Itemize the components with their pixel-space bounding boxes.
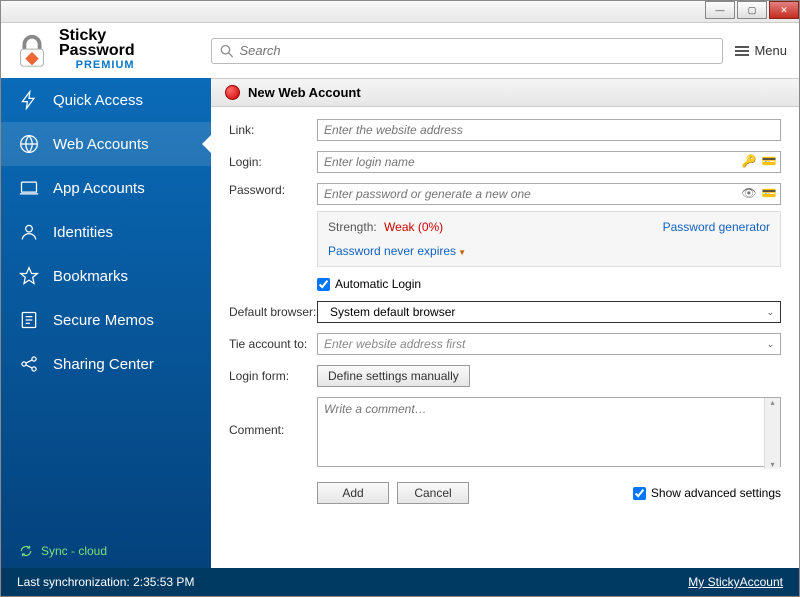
default-browser-select[interactable]: System default browser ⌄ <box>317 301 781 323</box>
link-input[interactable] <box>317 119 781 141</box>
sidebar-item-label: Quick Access <box>53 92 143 109</box>
password-generator-link[interactable]: Password generator <box>663 220 770 234</box>
menu-button[interactable]: Menu <box>735 43 787 58</box>
auto-login-checkbox[interactable] <box>317 278 330 291</box>
sidebar-item-secure-memos[interactable]: Secure Memos <box>1 298 211 342</box>
status-bar: Last synchronization: 2:35:53 PM My Stic… <box>1 568 799 596</box>
password-label: Password: <box>229 183 317 197</box>
maximize-button[interactable]: ▢ <box>737 1 767 19</box>
search-input[interactable] <box>239 43 714 58</box>
key-icon[interactable]: 🔑 <box>741 153 757 169</box>
add-button[interactable]: Add <box>317 482 389 504</box>
sidebar-item-label: Bookmarks <box>53 268 128 285</box>
search-icon <box>220 44 233 58</box>
sidebar-item-label: Secure Memos <box>53 312 154 329</box>
login-label: Login: <box>229 155 317 169</box>
sidebar-item-quick-access[interactable]: Quick Access <box>1 78 211 122</box>
logo-line3: PREMIUM <box>59 58 135 73</box>
app-window: — ▢ ✕ Sticky Password PREMIUM Menu <box>0 0 800 597</box>
link-label: Link: <box>229 123 317 137</box>
star-icon <box>19 266 39 286</box>
my-account-link[interactable]: My StickyAccount <box>688 575 783 589</box>
password-expire-dropdown[interactable]: Password never expires▼ <box>328 244 770 258</box>
memo-icon <box>19 310 39 330</box>
top-bar: Sticky Password PREMIUM Menu <box>1 23 799 78</box>
sidebar-item-app-accounts[interactable]: App Accounts <box>1 166 211 210</box>
login-input[interactable] <box>317 151 781 173</box>
sidebar: Quick Access Web Accounts App Accounts I… <box>1 78 211 568</box>
scrollbar[interactable]: ▴▾ <box>764 398 780 469</box>
define-settings-button[interactable]: Define settings manually <box>317 365 470 387</box>
panel-header: New Web Account <box>211 78 799 107</box>
account-form: Link: Login: 🔑 💳 Password: <box>211 107 799 568</box>
default-browser-label: Default browser: <box>229 305 317 319</box>
comment-textarea[interactable] <box>317 397 781 467</box>
logo-line2: Password <box>59 43 135 58</box>
sidebar-item-label: Web Accounts <box>53 136 149 153</box>
eye-icon[interactable]: 👁 <box>741 185 757 201</box>
sync-icon <box>19 544 33 558</box>
card-icon[interactable]: 💳 <box>761 185 777 201</box>
app-logo: Sticky Password PREMIUM <box>13 28 211 73</box>
person-icon <box>19 222 39 242</box>
logo-line1: Sticky <box>59 28 135 43</box>
card-icon[interactable]: 💳 <box>761 153 777 169</box>
strength-value: Weak (0%) <box>384 220 443 234</box>
close-button[interactable]: ✕ <box>769 1 799 19</box>
menu-label: Menu <box>754 43 787 58</box>
auto-login-label: Automatic Login <box>335 277 421 291</box>
tie-account-select[interactable]: Enter website address first ⌄ <box>317 333 781 355</box>
lock-icon <box>13 32 51 70</box>
sidebar-item-web-accounts[interactable]: Web Accounts <box>1 122 211 166</box>
sidebar-item-identities[interactable]: Identities <box>1 210 211 254</box>
sidebar-item-bookmarks[interactable]: Bookmarks <box>1 254 211 298</box>
chevron-down-icon: ⌄ <box>766 307 774 318</box>
main-panel: New Web Account Link: Login: 🔑 💳 <box>211 78 799 568</box>
globe-icon <box>19 134 39 154</box>
last-sync-label: Last synchronization: 2:35:53 PM <box>17 575 194 589</box>
sync-label: Sync - cloud <box>41 544 107 558</box>
window-titlebar: — ▢ ✕ <box>1 1 799 23</box>
strength-box: Strength: Weak (0%) Password generator P… <box>317 211 781 267</box>
chevron-down-icon: ⌄ <box>766 339 774 350</box>
tie-account-label: Tie account to: <box>229 337 317 351</box>
bolt-icon <box>19 90 39 110</box>
login-form-label: Login form: <box>229 369 317 383</box>
sidebar-item-label: App Accounts <box>53 180 145 197</box>
sidebar-item-label: Sharing Center <box>53 356 154 373</box>
hamburger-icon <box>735 46 749 56</box>
opera-icon <box>225 85 240 100</box>
minimize-button[interactable]: — <box>705 1 735 19</box>
chevron-down-icon: ▼ <box>458 248 466 257</box>
strength-label: Strength: <box>328 220 377 234</box>
show-advanced-label: Show advanced settings <box>651 486 781 500</box>
search-box[interactable] <box>211 38 723 64</box>
show-advanced-checkbox[interactable] <box>633 487 646 500</box>
sync-status[interactable]: Sync - cloud <box>1 534 211 568</box>
sidebar-item-label: Identities <box>53 224 113 241</box>
laptop-icon <box>19 178 39 198</box>
panel-title: New Web Account <box>248 85 361 100</box>
cancel-button[interactable]: Cancel <box>397 482 469 504</box>
share-icon <box>19 354 39 374</box>
comment-label: Comment: <box>229 397 317 437</box>
password-input[interactable] <box>317 183 781 205</box>
sidebar-item-sharing-center[interactable]: Sharing Center <box>1 342 211 386</box>
